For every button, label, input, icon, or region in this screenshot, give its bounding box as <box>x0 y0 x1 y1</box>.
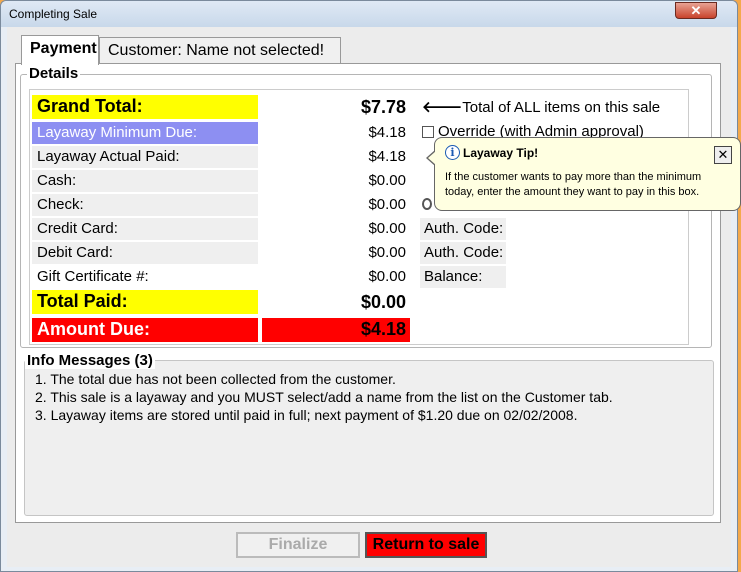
layaway-paid-label: Layaway Actual Paid: <box>32 146 258 168</box>
tooltip-tail-fill <box>428 151 436 165</box>
credit-card-input[interactable]: $0.00 <box>262 218 410 240</box>
info-messages-group: Info Messages (3) 1. The total due has n… <box>24 352 714 516</box>
total-paid-value: $0.00 <box>360 292 406 312</box>
return-to-sale-button[interactable]: Return to sale <box>365 532 487 558</box>
info-icon: i <box>445 145 460 160</box>
title-bar: Completing Sale ✕ <box>1 1 737 27</box>
amount-due-value: $4.18 <box>262 318 410 342</box>
tab-payment[interactable]: Payment <box>21 35 99 65</box>
window-title: Completing Sale <box>9 7 98 21</box>
info-message: 3. Layaway items are stored until paid i… <box>35 407 578 423</box>
layaway-minimum-value: $4.18 <box>368 124 406 141</box>
amount-due-label: Amount Due: <box>32 318 258 342</box>
layaway-tip-tooltip: i Layaway Tip! ✕ If the customer wants t… <box>426 137 741 211</box>
completing-sale-window: Completing Sale ✕ Payment Customer: Name… <box>0 0 738 572</box>
tab-customer[interactable]: Customer: Name not selected! <box>99 37 341 63</box>
grand-total-note: 🡐Total of ALL items on this sale <box>422 97 660 116</box>
total-paid-label: Total Paid: <box>32 290 258 314</box>
info-messages-label: Info Messages (3) <box>25 352 155 369</box>
info-message: 2. This sale is a layaway and you MUST s… <box>35 389 613 405</box>
client-area: Payment Customer: Name not selected! Det… <box>7 27 731 567</box>
left-arrow-icon: 🡐 <box>422 99 463 116</box>
payment-panel: Details Grand Total: $7.78 🡐Total of ALL… <box>15 63 721 523</box>
details-group: Details Grand Total: $7.78 🡐Total of ALL… <box>20 65 712 348</box>
details-label: Details <box>27 65 81 82</box>
finalize-button[interactable]: Finalize <box>236 532 360 558</box>
gift-balance-label: Balance: <box>420 266 506 288</box>
grand-total-value: $7.78 <box>360 97 406 117</box>
tooltip-close-button[interactable]: ✕ <box>714 146 732 164</box>
check-label: Check: <box>32 194 258 216</box>
gift-certificate-input[interactable]: $0.00 <box>262 266 410 288</box>
window-close-button[interactable]: ✕ <box>675 2 717 19</box>
check-option-radio[interactable] <box>422 198 432 210</box>
debit-auth-code-label: Auth. Code: <box>420 242 506 264</box>
grand-total-label: Grand Total: <box>32 95 258 119</box>
grand-total-note-text: Total of ALL items on this sale <box>462 99 661 116</box>
tooltip-body: If the customer wants to pay more than t… <box>445 171 702 198</box>
debit-card-label: Debit Card: <box>32 242 258 264</box>
override-checkbox[interactable] <box>422 126 434 139</box>
layaway-paid-input[interactable]: $4.18 <box>262 146 410 168</box>
check-input[interactable]: $0.00 <box>262 194 410 216</box>
tooltip-title: Layaway Tip! <box>463 146 539 160</box>
cash-input[interactable]: $0.00 <box>262 170 410 192</box>
gift-certificate-label: Gift Certificate #: <box>32 266 258 288</box>
credit-card-label: Credit Card: <box>32 218 258 240</box>
debit-card-input[interactable]: $0.00 <box>262 242 410 264</box>
credit-auth-code-label: Auth. Code: <box>420 218 506 240</box>
cash-label: Cash: <box>32 170 258 192</box>
info-message: 1. The total due has not been collected … <box>35 371 396 387</box>
layaway-minimum-label: Layaway Minimum Due: <box>32 122 258 144</box>
details-area: Grand Total: $7.78 🡐Total of ALL items o… <box>29 89 689 345</box>
